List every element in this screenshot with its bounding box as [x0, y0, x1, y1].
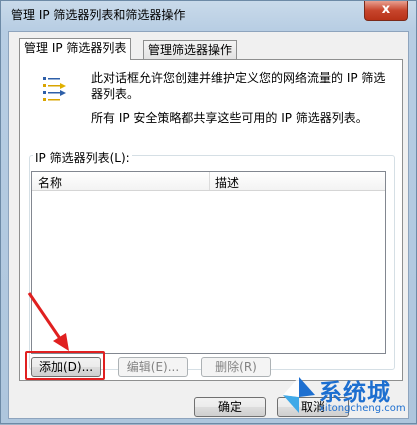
delete-button[interactable]: 删除(R)	[201, 357, 271, 377]
add-button[interactable]: 添加(D)...	[31, 357, 101, 377]
filter-list-icon	[43, 77, 66, 101]
column-header-description[interactable]: 描述	[215, 174, 239, 191]
watermark: 系统城 xitongcheng.com	[279, 371, 417, 425]
tab-manage-ip-filter-lists[interactable]: 管理 IP 筛选器列表	[19, 38, 132, 60]
watermark-url: xitongcheng.com	[319, 403, 406, 414]
tab-manage-filter-actions[interactable]: 管理筛选器操作	[143, 40, 238, 59]
window-title: 管理 IP 筛选器列表和筛选器操作	[11, 8, 186, 22]
column-header-name[interactable]: 名称	[38, 174, 62, 191]
listview-header: 名称 描述	[32, 172, 385, 191]
ok-button[interactable]: 确定	[194, 397, 266, 417]
close-button[interactable]: x	[364, 1, 408, 21]
description-text-1: 此对话框允许您创建并维护定义您的网络流量的 IP 筛选器列表。	[91, 71, 386, 101]
description-text-2: 所有 IP 安全策略都共享这些可用的 IP 筛选器列表。	[91, 111, 368, 125]
watermark-brand: 系统城	[319, 380, 391, 406]
edit-button[interactable]: 编辑(E)...	[118, 357, 188, 377]
dialog-window: 管理 IP 筛选器列表和筛选器操作 x 管理 IP 筛选器列表 管理筛选器操作 …	[0, 0, 417, 424]
filter-list-listview[interactable]: 名称 描述	[31, 171, 386, 354]
watermark-logo-icon	[283, 377, 315, 413]
column-separator[interactable]	[209, 172, 210, 190]
annotation-arrow	[27, 292, 69, 351]
filter-list-label: IP 筛选器列表(L):	[33, 149, 132, 166]
